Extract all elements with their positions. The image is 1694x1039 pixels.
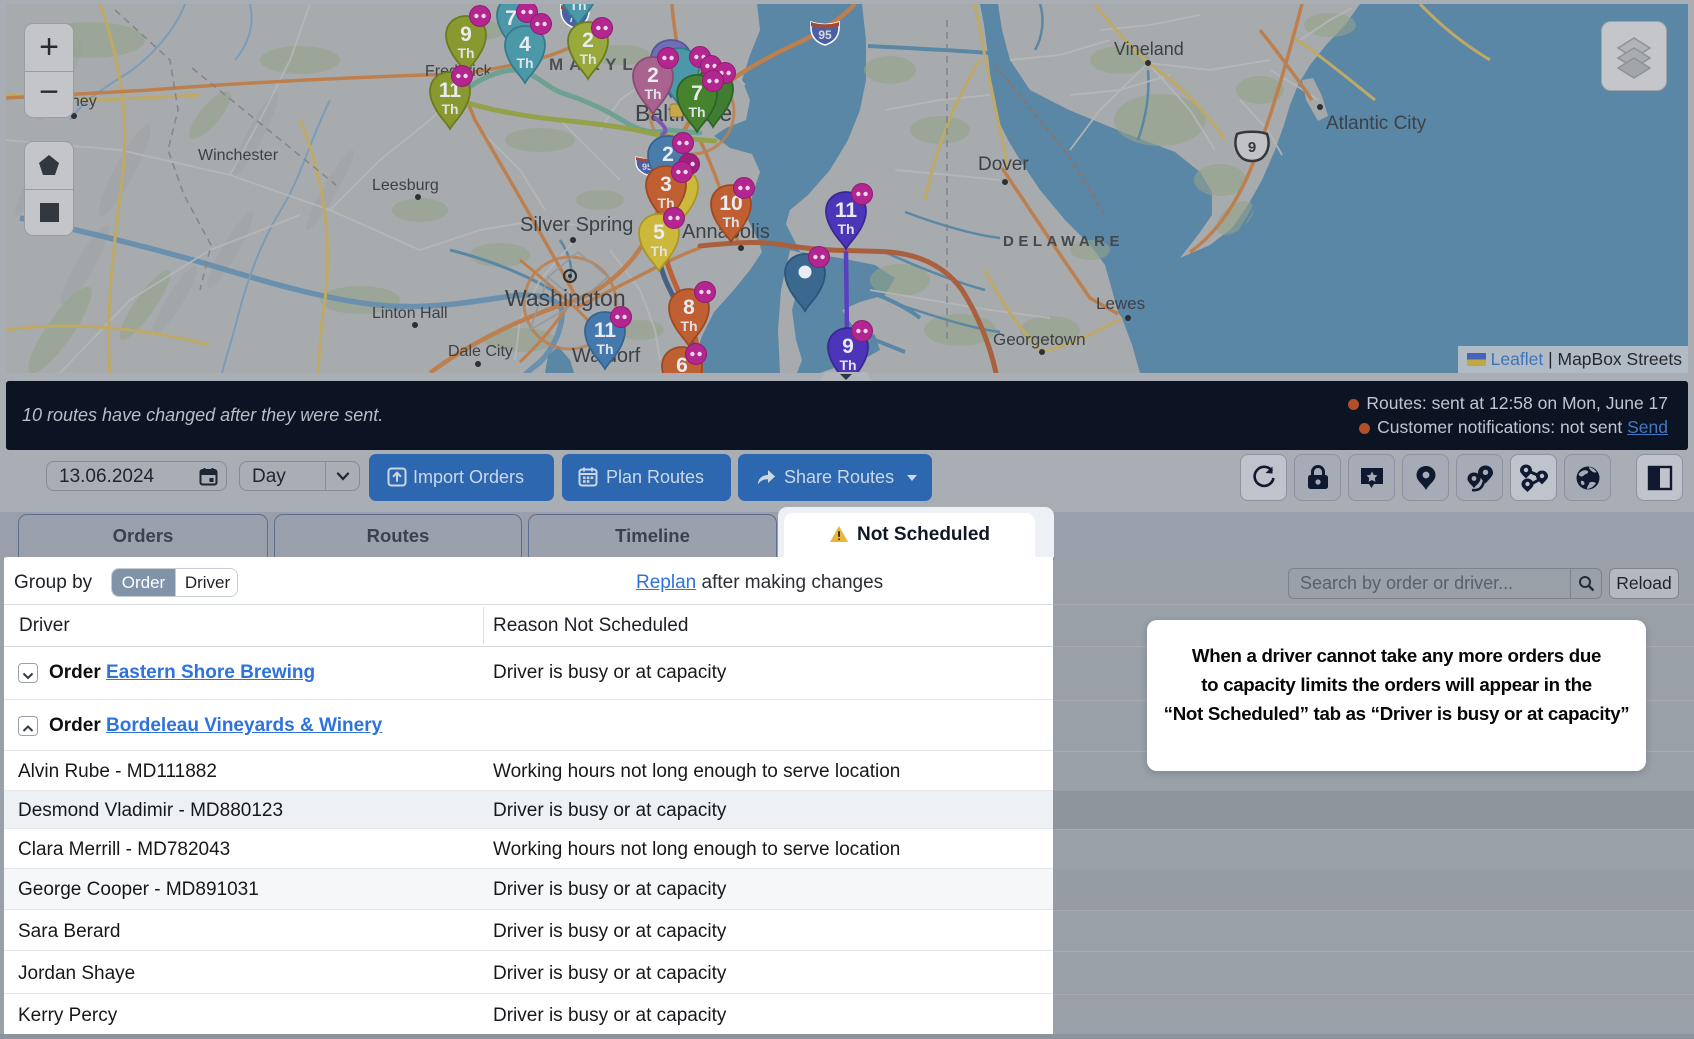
svg-text:9: 9 xyxy=(1248,139,1256,156)
svg-text:9: 9 xyxy=(842,335,854,358)
svg-text:8: 8 xyxy=(683,296,695,319)
svg-text:Th: Th xyxy=(579,51,596,67)
svg-text:2: 2 xyxy=(647,64,659,87)
svg-text:Linton Hall: Linton Hall xyxy=(372,305,448,322)
svg-text:Th: Th xyxy=(596,341,613,357)
svg-text:5: 5 xyxy=(653,221,665,244)
svg-text:95: 95 xyxy=(818,28,832,42)
svg-text:9: 9 xyxy=(460,23,472,46)
svg-text:3: 3 xyxy=(660,173,672,196)
svg-text:Th: Th xyxy=(644,86,661,102)
svg-text:11: 11 xyxy=(835,199,858,222)
svg-text:DELAWARE: DELAWARE xyxy=(1003,233,1124,250)
svg-text:4: 4 xyxy=(519,33,531,56)
svg-text:Th: Th xyxy=(688,104,705,120)
svg-text:Winchester: Winchester xyxy=(198,147,279,164)
svg-text:Dale City: Dale City xyxy=(448,343,513,360)
svg-text:Th: Th xyxy=(680,318,697,334)
svg-text:Vineland: Vineland xyxy=(1114,39,1184,59)
svg-text:Leesburg: Leesburg xyxy=(372,177,439,194)
svg-text:Th: Th xyxy=(722,214,739,230)
svg-text:Silver Spring: Silver Spring xyxy=(520,214,633,236)
svg-text:Atlantic City: Atlantic City xyxy=(1326,113,1427,134)
svg-text:Th: Th xyxy=(650,243,667,259)
svg-text:Lewes: Lewes xyxy=(1096,294,1145,313)
svg-text:Georgetown: Georgetown xyxy=(993,330,1086,349)
svg-text:Th: Th xyxy=(441,101,458,117)
svg-text:Washington: Washington xyxy=(505,285,626,311)
svg-text:7: 7 xyxy=(505,7,517,30)
svg-text:Th: Th xyxy=(457,45,474,61)
svg-text:Dover: Dover xyxy=(978,154,1029,175)
svg-text:Th: Th xyxy=(837,221,854,237)
svg-text:Th: Th xyxy=(839,357,856,373)
svg-text:Th: Th xyxy=(569,4,586,13)
svg-text:2: 2 xyxy=(662,143,674,166)
svg-text:Th: Th xyxy=(516,55,533,71)
svg-text:7: 7 xyxy=(691,82,703,105)
